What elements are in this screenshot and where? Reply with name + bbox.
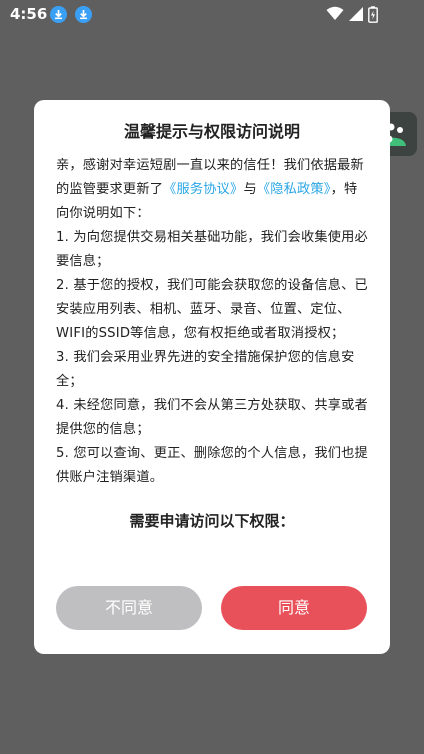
status-bar: 4:56 [0, 0, 424, 28]
decline-button[interactable]: 不同意 [56, 586, 202, 630]
dialog-body: 亲，感谢对幸运短剧一直以来的信任！我们依据最新的监管要求更新了《服务协议》与《隐… [56, 154, 370, 490]
service-agreement-link[interactable]: 《服务协议》 [163, 182, 243, 197]
status-time: 4:56 [10, 5, 48, 23]
cellular-signal-icon [349, 7, 363, 21]
connector-text: 与 [243, 182, 257, 197]
privacy-policy-link[interactable]: 《隐私政策》 [257, 182, 331, 197]
policy-item: 4. 未经您同意，我们不会从第三方处获取、共享或者提供您的信息； [56, 398, 368, 437]
policy-item: 2. 基于您的授权，我们可能会获取您的设备信息、已安装应用列表、相机、蓝牙、录音… [56, 278, 368, 341]
permission-dialog: 温馨提示与权限访问说明 亲，感谢对幸运短剧一直以来的信任！我们依据最新的监管要求… [34, 100, 390, 654]
policy-item: 3. 我们会采用业界先进的安全措施保护您的信息安全； [56, 350, 355, 389]
dialog-title: 温馨提示与权限访问说明 [123, 122, 300, 141]
permissions-heading: 需要申请访问以下权限： [129, 512, 295, 530]
battery-charging-icon [368, 6, 378, 23]
wifi-icon [326, 6, 344, 20]
policy-item: 1. 为向您提供交易相关基础功能，我们会收集使用必要信息； [56, 230, 368, 269]
intro-paragraph: 亲，感谢对幸运短剧一直以来的信任！我们依据最新的监管要求更新了《服务协议》与《隐… [56, 154, 370, 226]
download-icon [75, 6, 92, 23]
download-icon [50, 6, 67, 23]
policy-item: 5. 您可以查询、更正、删除您的个人信息，我们也提供账户注销渠道。 [56, 446, 368, 485]
agree-button[interactable]: 同意 [221, 586, 367, 630]
